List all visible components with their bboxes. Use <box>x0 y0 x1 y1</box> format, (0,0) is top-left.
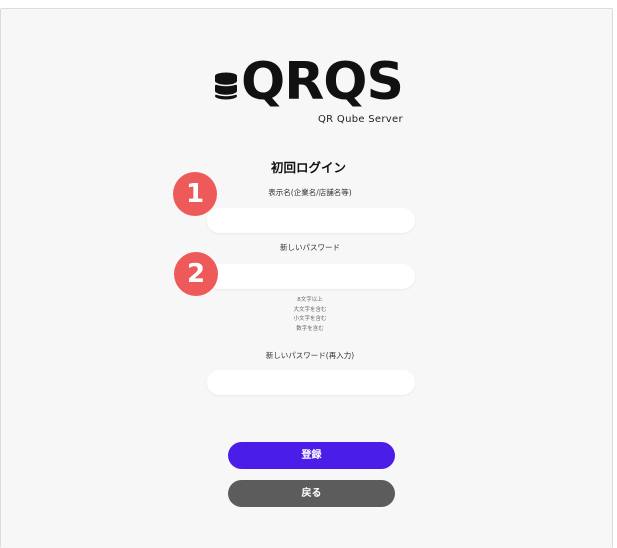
password-rule: 数字を含む <box>296 325 324 332</box>
back-button[interactable]: 戻る <box>228 480 395 507</box>
database-icon <box>214 72 238 100</box>
confirm-password-field[interactable] <box>207 370 415 395</box>
logo-wordmark: QRQS <box>241 52 404 112</box>
password-rule: 小文字を含む <box>293 316 327 322</box>
password-rules: 8文字以上 大文字を含む 小文字を含む 数字を含む <box>205 296 415 334</box>
qrqs-logo: QRQS QR Qube Server <box>214 52 414 128</box>
logo-subtitle: QR Qube Server <box>318 114 403 125</box>
step-badge-1: 1 <box>173 172 217 216</box>
confirm-password-label: 新しいパスワード(再入力) <box>265 351 355 360</box>
password-rule: 大文字を含む <box>293 306 327 313</box>
register-button[interactable]: 登録 <box>228 442 395 469</box>
display-name-label: 表示名(企業名/店舗名等) <box>268 188 352 197</box>
new-password-label: 新しいパスワード <box>280 243 340 252</box>
display-name-field[interactable] <box>207 208 415 233</box>
new-password-field[interactable] <box>207 264 415 289</box>
page-title: 初回ログイン <box>270 160 346 175</box>
password-rule: 8文字以上 <box>297 297 323 303</box>
step-badge-2: 2 <box>174 252 218 296</box>
